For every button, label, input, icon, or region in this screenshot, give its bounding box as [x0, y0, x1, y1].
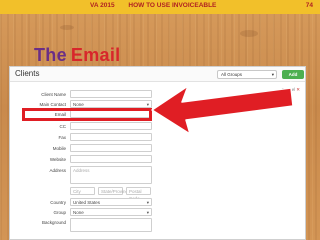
slide-header-left: VA 2015 [90, 2, 115, 9]
chevron-down-icon: ▾ [271, 72, 274, 77]
fax-field[interactable] [70, 133, 152, 141]
main-contact-select[interactable]: None ▾ [70, 100, 152, 108]
slide-title-word-1: The [34, 45, 67, 65]
slide-header-center: HOW TO USE INVOICEABLE [128, 2, 217, 9]
country-label: Country [50, 200, 66, 205]
red-arrow-icon [151, 85, 294, 135]
mobile-label: Mobile [52, 146, 66, 151]
wood-knot [60, 25, 74, 30]
cc-label: CC [59, 124, 67, 129]
address-label: Address [49, 168, 66, 173]
group-label: Group [53, 210, 66, 215]
postal-code-field[interactable]: Postal Code [126, 187, 151, 201]
cc-field[interactable] [70, 122, 152, 130]
slide-page-number: 74 [305, 2, 313, 9]
website-field[interactable] [70, 155, 152, 163]
wood-knot [240, 30, 258, 37]
app-header: Clients All Groups ▾ Add Client [10, 67, 305, 86]
website-label: Website [49, 157, 66, 162]
background-label: Background [41, 220, 66, 225]
chevron-down-icon: ▾ [146, 210, 149, 215]
groups-select[interactable]: All Groups ▾ [217, 70, 277, 79]
chevron-down-icon: ▾ [146, 200, 149, 205]
client-name-input[interactable] [70, 90, 152, 98]
slide-title-word-2: Email [70, 45, 121, 65]
city-field[interactable]: City [70, 187, 95, 195]
background-textarea[interactable] [70, 218, 152, 232]
address-field[interactable]: Address [70, 166, 152, 184]
chevron-down-icon: ▾ [146, 102, 149, 107]
group-value: None [73, 210, 84, 215]
client-name-label: Client Name [41, 92, 66, 97]
slide-title: The Email [34, 45, 120, 66]
country-select[interactable]: United States ▾ [70, 198, 152, 206]
page-title: Clients [15, 69, 40, 78]
email-highlight-box [22, 108, 152, 121]
slide-header-meta: VA 2015 HOW TO USE INVOICEABLE [90, 2, 216, 9]
groups-select-value: All Groups [221, 72, 243, 77]
group-select[interactable]: None ▾ [70, 208, 152, 216]
close-icon: ✕ [296, 87, 300, 92]
slide-header-bar: VA 2015 HOW TO USE INVOICEABLE 74 [0, 0, 320, 14]
mobile-field[interactable] [70, 144, 152, 152]
country-value: United States [73, 200, 101, 205]
add-client-button[interactable]: Add Client [282, 70, 304, 86]
state-field[interactable]: State/Province [98, 187, 130, 195]
main-contact-value: None [73, 102, 84, 107]
fax-label: Fax [58, 135, 66, 140]
